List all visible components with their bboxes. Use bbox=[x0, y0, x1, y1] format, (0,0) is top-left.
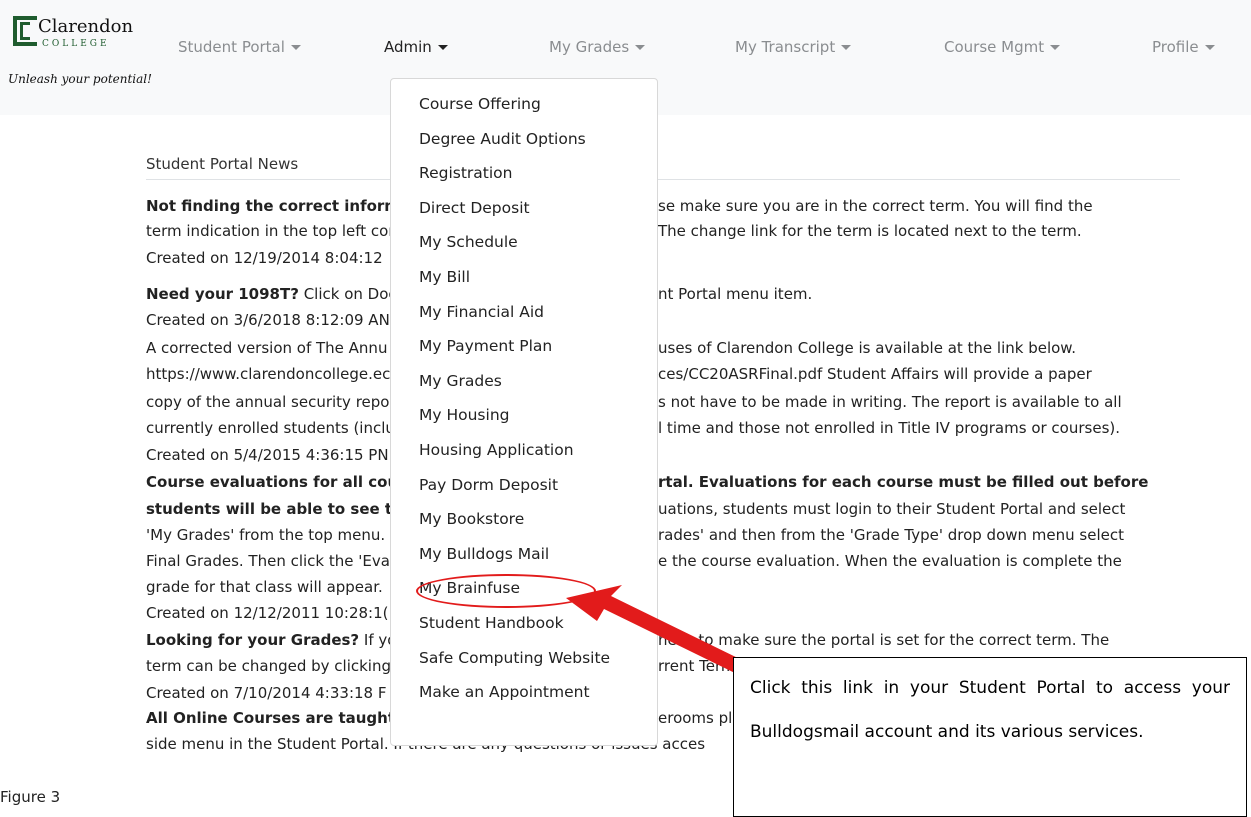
callout-box: Click this link in your Student Portal t… bbox=[733, 657, 1247, 817]
figure-label: Figure 3 bbox=[0, 788, 61, 806]
callout-text: Click this link in your Student Portal t… bbox=[750, 678, 1230, 742]
